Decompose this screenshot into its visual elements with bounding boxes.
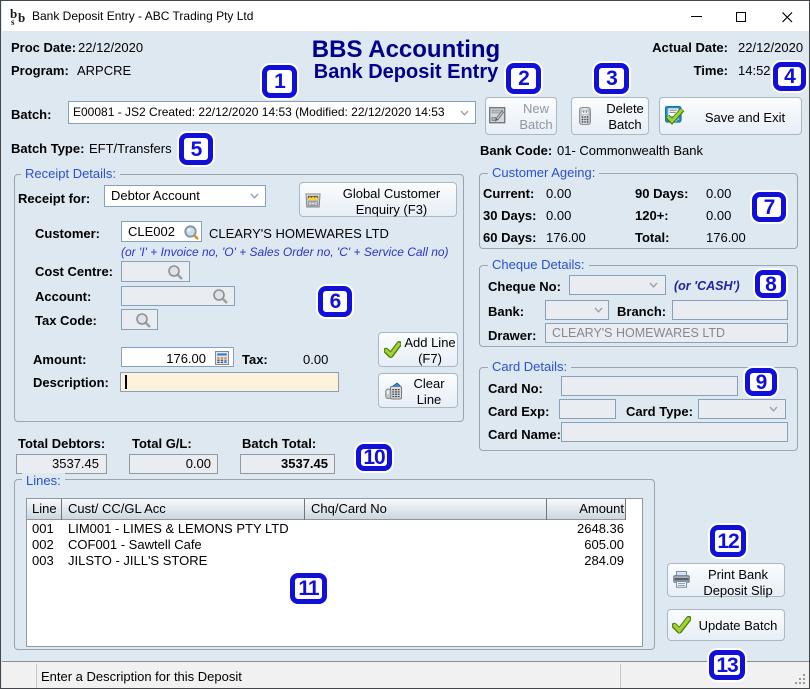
svg-text:s: s — [11, 17, 15, 26]
svg-text:b: b — [18, 10, 25, 25]
